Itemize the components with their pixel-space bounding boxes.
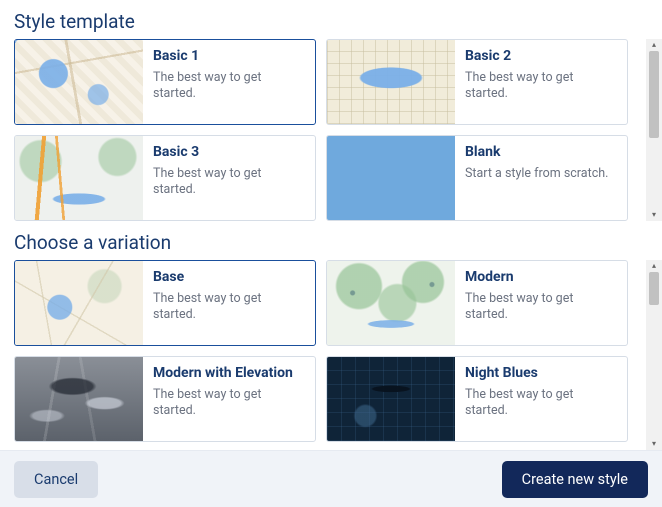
map-thumbnail [327, 261, 455, 345]
template-card-basic1[interactable]: Basic 1 The best way to get started. [14, 39, 316, 125]
map-thumbnail [327, 136, 455, 220]
card-desc: The best way to get started. [465, 291, 617, 325]
cancel-button[interactable]: Cancel [14, 461, 98, 498]
map-thumbnail [15, 357, 143, 441]
card-desc: The best way to get started. [465, 387, 617, 421]
section-title-templates: Style template [0, 0, 662, 39]
templates-scrollbar[interactable]: ▴ ▾ [646, 39, 662, 221]
card-desc: The best way to get started. [153, 70, 305, 104]
dialog-footer: Cancel Create new style [0, 450, 662, 507]
card-desc: The best way to get started. [465, 70, 617, 104]
card-desc: The best way to get started. [153, 291, 305, 325]
scroll-down-icon[interactable]: ▾ [646, 209, 662, 221]
scroll-up-icon[interactable]: ▴ [646, 260, 662, 272]
card-title: Night Blues [465, 365, 617, 383]
card-desc: The best way to get started. [153, 166, 305, 200]
variation-card-modern[interactable]: Modern The best way to get started. [326, 260, 628, 346]
templates-grid: Basic 1 The best way to get started. Bas… [14, 39, 628, 221]
card-title: Basic 2 [465, 48, 617, 66]
variation-card-base[interactable]: Base The best way to get started. [14, 260, 316, 346]
variation-card-modern-elevation[interactable]: Modern with Elevation The best way to ge… [14, 356, 316, 442]
create-style-button[interactable]: Create new style [502, 461, 648, 498]
variations-scrollbar[interactable]: ▴ ▾ [646, 260, 662, 450]
card-title: Blank [465, 144, 617, 162]
map-thumbnail [327, 357, 455, 441]
template-card-basic2[interactable]: Basic 2 The best way to get started. [326, 39, 628, 125]
card-title: Basic 1 [153, 48, 305, 66]
template-card-basic3[interactable]: Basic 3 The best way to get started. [14, 135, 316, 221]
map-thumbnail [15, 136, 143, 220]
section-title-variations: Choose a variation [0, 221, 662, 260]
card-title: Modern with Elevation [153, 365, 305, 383]
variations-grid: Base The best way to get started. Modern… [14, 260, 628, 442]
card-desc: The best way to get started. [153, 387, 305, 421]
template-card-blank[interactable]: Blank Start a style from scratch. [326, 135, 628, 221]
map-thumbnail [327, 40, 455, 124]
scroll-up-icon[interactable]: ▴ [646, 39, 662, 51]
map-thumbnail [15, 261, 143, 345]
card-title: Basic 3 [153, 144, 305, 162]
scroll-down-icon[interactable]: ▾ [646, 438, 662, 450]
variation-card-night-blues[interactable]: Night Blues The best way to get started. [326, 356, 628, 442]
card-desc: Start a style from scratch. [465, 166, 617, 183]
card-title: Base [153, 269, 305, 287]
scrollbar-thumb[interactable] [649, 51, 659, 138]
scrollbar-thumb[interactable] [649, 272, 659, 305]
card-title: Modern [465, 269, 617, 287]
map-thumbnail [15, 40, 143, 124]
